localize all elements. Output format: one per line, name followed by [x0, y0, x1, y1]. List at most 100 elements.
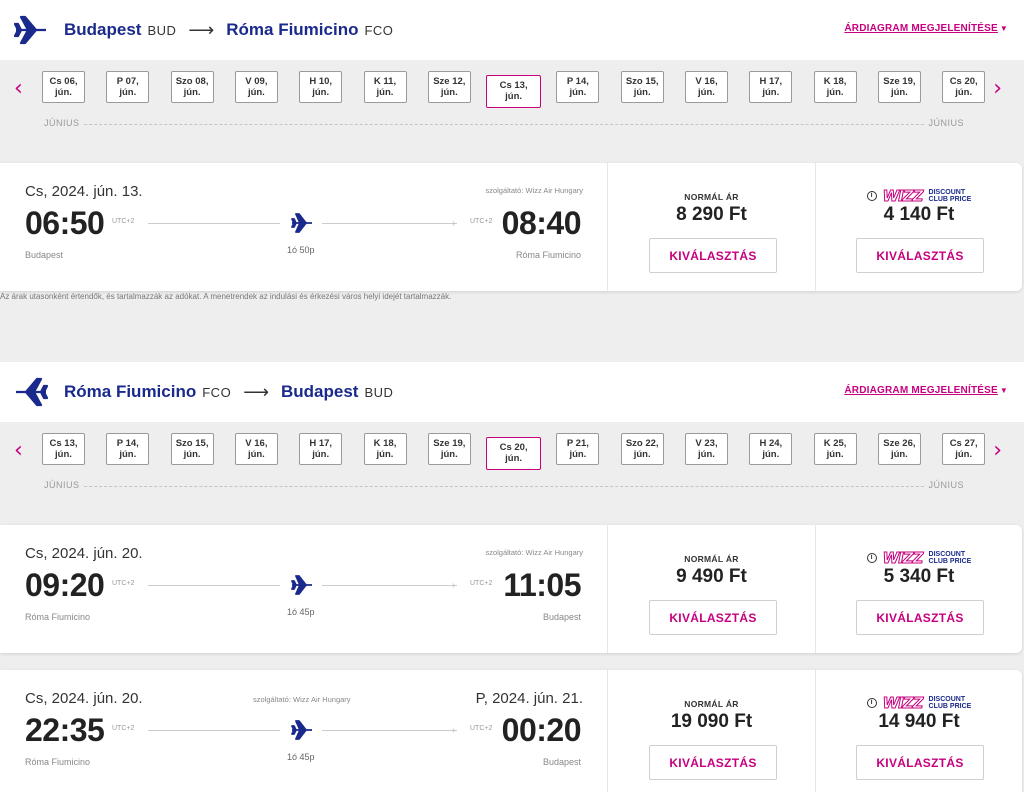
- select-club-price-button[interactable]: KIVÁLASZTÁS: [856, 745, 984, 780]
- show-price-chart-link[interactable]: ÁRDIAGRAM MEGJELENÍTÉSE ▼: [844, 385, 1008, 396]
- date-option[interactable]: Szo 08, jún.: [170, 71, 214, 103]
- date-month-label: jún.: [698, 449, 715, 460]
- destination-city: Budapest: [281, 382, 359, 401]
- date-month-label: jún.: [955, 87, 973, 98]
- date-option[interactable]: V 23, jún.: [685, 433, 728, 465]
- date-month-label: jún.: [376, 87, 394, 98]
- date-month-label: jún.: [440, 87, 458, 98]
- chevron-right-icon[interactable]: ›: [993, 76, 1002, 101]
- date-option[interactable]: K 18, jún.: [813, 71, 857, 103]
- date-option[interactable]: Cs 20, jún.: [486, 437, 542, 470]
- date-month-label: jún.: [826, 449, 844, 460]
- normal-price-column: NORMÁL ÁR 19 090 Ft KIVÁLASZTÁS: [607, 670, 815, 792]
- date-option[interactable]: H 24, jún.: [749, 433, 793, 465]
- date-option[interactable]: H 10, jún.: [299, 71, 343, 103]
- date-option[interactable]: P 14, jún.: [556, 71, 600, 103]
- price-chart-label: ÁRDIAGRAM MEGJELENÍTÉSE: [844, 385, 998, 396]
- date-month-label: jún.: [55, 87, 72, 98]
- departure-timezone: UTC+2: [112, 580, 135, 587]
- select-normal-price-button[interactable]: KIVÁLASZTÁS: [649, 745, 777, 780]
- date-option[interactable]: P 21, jún.: [556, 433, 600, 465]
- date-month-label: jún.: [376, 449, 394, 460]
- date-day-label: Sze 12,: [433, 76, 466, 87]
- departure-timezone: UTC+2: [112, 725, 135, 732]
- flight-info[interactable]: Cs, 2024. jún. 20. szolgáltató: Wizz Air…: [0, 525, 607, 653]
- price-chart-label: ÁRDIAGRAM MEGJELENÍTÉSE: [844, 23, 998, 34]
- date-day-label: K 25,: [823, 438, 847, 449]
- date-option[interactable]: Sze 19, jún.: [427, 433, 471, 465]
- plane-icon: [14, 15, 46, 45]
- date-option[interactable]: H 17, jún.: [299, 433, 343, 465]
- date-option[interactable]: Cs 06, jún.: [42, 71, 85, 103]
- select-club-price-button[interactable]: KIVÁLASZTÁS: [856, 238, 984, 273]
- flight-info[interactable]: Cs, 2024. jún. 20. P, 2024. jún. 21. szo…: [0, 670, 607, 792]
- date-option[interactable]: Szo 22, jún.: [620, 433, 664, 465]
- date-month-label: jún.: [698, 87, 715, 98]
- discount-club-price-label: DISCOUNT CLUB PRICE: [929, 189, 972, 203]
- chevron-left-icon[interactable]: ‹: [14, 76, 23, 101]
- club-price: 5 340 Ft: [883, 566, 955, 587]
- flight-card: Cs, 2024. jún. 20. szolgáltató: Wizz Air…: [0, 525, 1022, 653]
- departure-time: 22:35: [25, 712, 105, 748]
- arrival-time: 11:05: [503, 567, 581, 603]
- select-normal-price-button[interactable]: KIVÁLASZTÁS: [649, 600, 777, 635]
- outbound-route: Budapest BUD ⟶ Róma Fiumicino FCO: [14, 0, 405, 60]
- departure-date: Cs, 2024. jún. 13.: [25, 183, 143, 200]
- flight-card: Cs, 2024. jún. 20. P, 2024. jún. 21. szo…: [0, 670, 1022, 792]
- date-day-label: Szo 08,: [175, 76, 209, 87]
- date-option[interactable]: Cs 20, jún.: [942, 71, 986, 103]
- date-option[interactable]: P 14, jún.: [106, 433, 150, 465]
- date-option[interactable]: Cs 13, jún.: [486, 75, 542, 108]
- normal-price-label: NORMÁL ÁR: [684, 699, 739, 709]
- date-option[interactable]: Szo 15, jún.: [170, 433, 214, 465]
- route-line: [322, 585, 457, 586]
- date-month-label: jún.: [312, 87, 330, 98]
- date-day-label: V 16,: [695, 76, 718, 87]
- chevron-left-icon[interactable]: ‹: [14, 438, 23, 463]
- discount-club-badge: i WIZZ DISCOUNT CLUB PRICE: [816, 187, 1022, 206]
- flight-duration: 1ó 45p: [287, 752, 315, 762]
- date-option[interactable]: Cs 27, jún.: [942, 433, 986, 465]
- month-label-left: JÚNIUS: [40, 480, 84, 490]
- club-line-1: DISCOUNT: [928, 189, 966, 196]
- arrival-city: Budapest: [542, 612, 581, 622]
- info-icon[interactable]: i: [866, 698, 877, 708]
- date-day-label: K 11,: [373, 76, 397, 87]
- date-option[interactable]: V 16, jún.: [234, 433, 278, 465]
- date-day-label: P 14,: [566, 76, 589, 87]
- show-price-chart-link[interactable]: ÁRDIAGRAM MEGJELENÍTÉSE ▼: [844, 23, 1008, 34]
- inbound-date-strip: ‹ › JÚNIUS JÚNIUS Cs 13, jún. P 14, jún. Szo…: [0, 422, 1024, 502]
- date-option[interactable]: Sze 12, jún.: [427, 71, 471, 103]
- date-month-label: jún.: [633, 449, 651, 460]
- route-arrow: ⟶: [243, 381, 269, 402]
- plane-icon: [291, 213, 312, 233]
- select-normal-price-button[interactable]: KIVÁLASZTÁS: [649, 238, 777, 273]
- info-icon[interactable]: i: [866, 191, 877, 201]
- select-club-price-button[interactable]: KIVÁLASZTÁS: [856, 600, 984, 635]
- origin-city: Róma Fiumicino: [64, 382, 197, 401]
- info-icon[interactable]: i: [866, 553, 877, 563]
- date-option[interactable]: V 16, jún.: [685, 71, 728, 103]
- date-option[interactable]: Cs 13, jún.: [42, 433, 85, 465]
- date-option[interactable]: H 17, jún.: [749, 71, 793, 103]
- date-option[interactable]: K 25, jún.: [813, 433, 857, 465]
- date-option[interactable]: Sze 19, jún.: [877, 71, 921, 103]
- date-month-label: jún.: [247, 449, 265, 460]
- date-option[interactable]: K 11, jún.: [363, 71, 407, 103]
- date-option[interactable]: P 07, jún.: [106, 71, 150, 103]
- date-option[interactable]: V 09, jún.: [234, 71, 278, 103]
- operator-label: szolgáltató: Wizz Air Hungary: [485, 548, 583, 557]
- date-month-label: jún.: [440, 449, 458, 460]
- chevron-right-icon[interactable]: ›: [993, 438, 1002, 463]
- date-day-label: H 17,: [759, 76, 783, 87]
- flight-info[interactable]: Cs, 2024. jún. 13. szolgáltató: Wizz Air…: [0, 163, 607, 291]
- date-day-label: V 16,: [245, 438, 268, 449]
- date-option[interactable]: Szo 15, jún.: [620, 71, 664, 103]
- date-day-label: Cs 20,: [949, 76, 978, 87]
- date-day-label: K 18,: [823, 76, 847, 87]
- plane-icon: [291, 720, 312, 740]
- date-option[interactable]: K 18, jún.: [363, 433, 407, 465]
- date-day-label: Szo 22,: [625, 438, 659, 449]
- date-option[interactable]: Sze 26, jún.: [877, 433, 921, 465]
- normal-price-label: NORMÁL ÁR: [684, 192, 739, 202]
